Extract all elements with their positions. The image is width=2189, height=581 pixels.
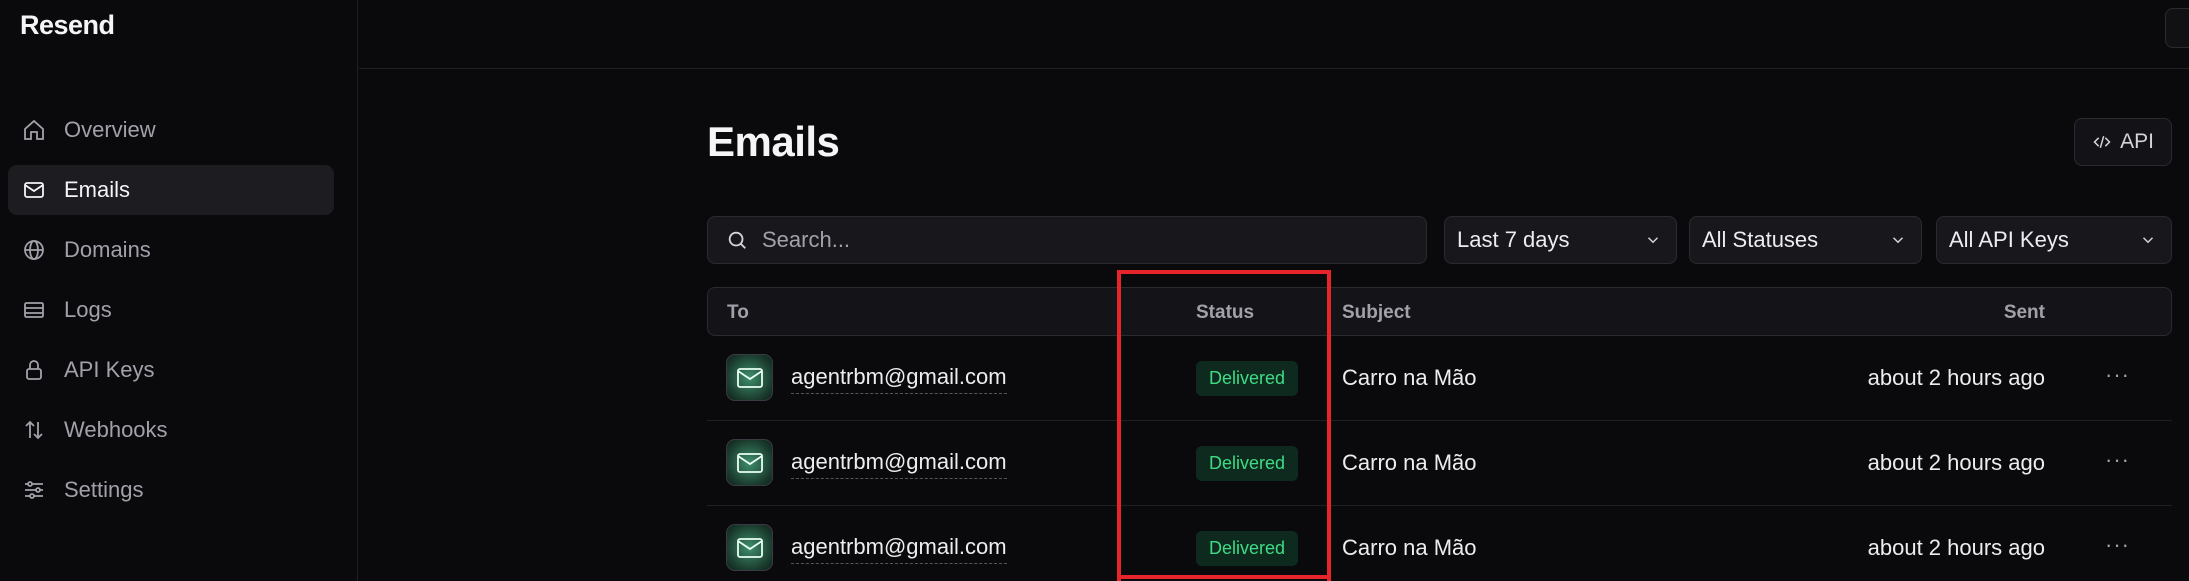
table-row[interactable]: agentrbm@gmail.com Delivered Carro na Mã…: [707, 506, 2172, 581]
chevron-down-icon: [2142, 237, 2154, 244]
more-options-icon[interactable]: ···: [2105, 447, 2130, 473]
sidebar-item-label: Overview: [64, 117, 156, 142]
more-options-icon[interactable]: ···: [2105, 362, 2130, 388]
envelope-icon: [736, 367, 763, 388]
sidebar: Resend Overview Emails Domains Logs API …: [0, 0, 358, 581]
sent-time: about 2 hours ago: [1867, 535, 2045, 560]
sent-time: about 2 hours ago: [1867, 365, 2045, 390]
email-subject: Carro na Mão: [1342, 365, 1477, 390]
status-column-highlight: [1117, 270, 1331, 581]
sent-time: about 2 hours ago: [1867, 450, 2045, 475]
sidebar-item-emails[interactable]: Emails: [8, 165, 334, 215]
top-bar: [359, 0, 2189, 69]
sliders-icon: [21, 477, 47, 503]
mail-icon: [21, 177, 47, 203]
app-logo[interactable]: Resend: [20, 10, 115, 41]
sidebar-item-label: Webhooks: [64, 417, 168, 442]
globe-icon: [21, 237, 47, 263]
code-icon: [2093, 135, 2111, 149]
webhook-icon: [21, 417, 47, 443]
email-avatar: [726, 524, 773, 571]
envelope-icon: [736, 452, 763, 473]
search-icon: [728, 231, 746, 249]
sidebar-item-label: Logs: [64, 297, 112, 322]
sidebar-item-webhooks[interactable]: Webhooks: [8, 405, 334, 455]
sidebar-item-label: Domains: [64, 237, 151, 262]
sidebar-item-label: Settings: [64, 477, 144, 502]
sidebar-item-overview[interactable]: Overview: [8, 105, 334, 155]
app-root: Resend Overview Emails Domains Logs API …: [0, 0, 2189, 581]
email-avatar: [726, 439, 773, 486]
search-box[interactable]: [707, 216, 1427, 264]
api-keys-filter-value: All API Keys: [1949, 227, 2069, 252]
search-input[interactable]: [762, 227, 1362, 253]
lock-icon: [21, 357, 47, 383]
api-button-label: API: [2120, 130, 2154, 153]
sidebar-item-label: API Keys: [64, 357, 155, 382]
date-range-value: Last 7 days: [1457, 227, 1570, 252]
sidebar-item-api-keys[interactable]: API Keys: [8, 345, 334, 395]
home-icon: [21, 117, 47, 143]
table-header: To Status Subject Sent: [707, 287, 2172, 336]
api-button[interactable]: API: [2074, 118, 2172, 166]
page-title: Emails: [707, 118, 840, 165]
email-subject: Carro na Mão: [1342, 535, 1477, 560]
recipient-email[interactable]: agentrbm@gmail.com: [791, 364, 1007, 394]
status-filter-value: All Statuses: [1702, 227, 1819, 252]
api-keys-select[interactable]: All API Keys: [1936, 216, 2172, 264]
envelope-icon: [736, 537, 763, 558]
table-row[interactable]: agentrbm@gmail.com Delivered Carro na Mã…: [707, 336, 2172, 421]
chevron-down-icon: [1647, 237, 1659, 244]
email-subject: Carro na Mão: [1342, 450, 1477, 475]
top-right-button[interactable]: [2165, 8, 2189, 48]
sidebar-item-label: Emails: [64, 177, 131, 202]
table-row[interactable]: agentrbm@gmail.com Delivered Carro na Mã…: [707, 421, 2172, 506]
more-options-icon[interactable]: ···: [2105, 532, 2130, 558]
status-select[interactable]: All Statuses: [1689, 216, 1922, 264]
column-header-to: To: [727, 302, 749, 323]
chevron-down-icon: [1892, 237, 1904, 244]
column-header-sent: Sent: [2003, 302, 2045, 323]
logs-icon: [21, 297, 47, 323]
sidebar-item-settings[interactable]: Settings: [8, 465, 334, 515]
date-range-select[interactable]: Last 7 days: [1444, 216, 1677, 264]
sidebar-item-domains[interactable]: Domains: [8, 225, 334, 275]
recipient-email[interactable]: agentrbm@gmail.com: [791, 534, 1007, 564]
sidebar-nav: Overview Emails Domains Logs API Keys We…: [8, 105, 334, 525]
recipient-email[interactable]: agentrbm@gmail.com: [791, 449, 1007, 479]
email-avatar: [726, 354, 773, 401]
column-header-subject: Subject: [1342, 302, 1411, 323]
sidebar-item-logs[interactable]: Logs: [8, 285, 334, 335]
